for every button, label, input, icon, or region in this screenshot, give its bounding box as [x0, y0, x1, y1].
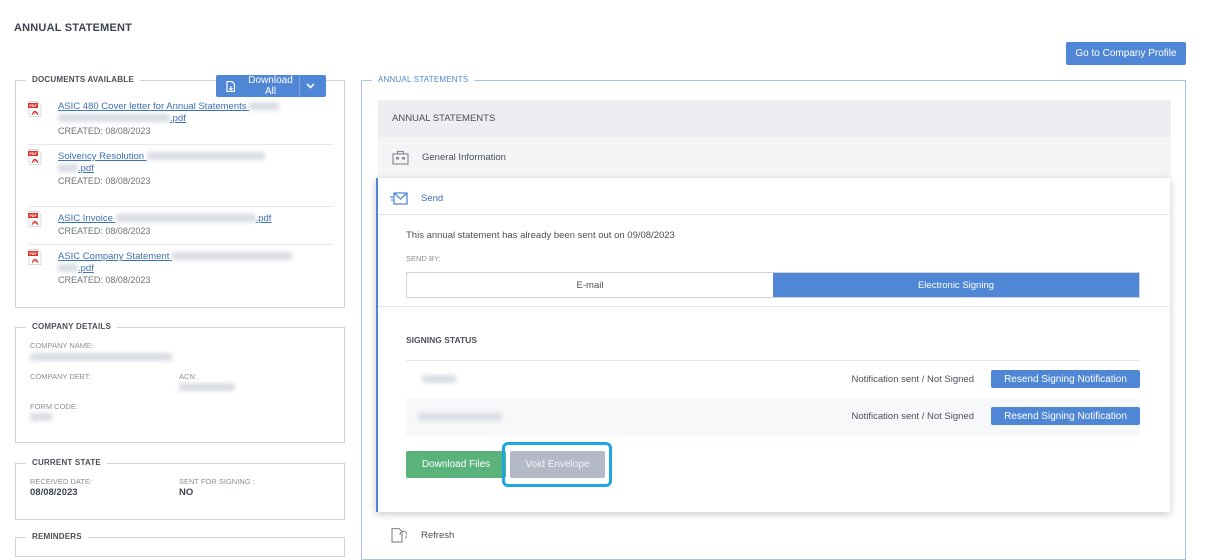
briefcase-icon: [392, 150, 409, 165]
document-created: CREATED: 08/08/2023: [58, 226, 151, 236]
sent-for-signing-label: SENT FOR SIGNING :: [179, 477, 255, 486]
send-by-label: SEND BY:: [406, 254, 441, 263]
document-created: CREATED: 08/08/2023: [58, 176, 151, 186]
refresh-row[interactable]: Refresh: [377, 520, 1170, 550]
chevron-down-icon[interactable]: [299, 75, 320, 97]
form-code-label: FORM CODE:: [30, 402, 78, 411]
signer-row: Notification sent / Not Signed Resend Si…: [406, 398, 1140, 436]
page-title: ANNUAL STATEMENT: [14, 22, 133, 34]
document-link[interactable]: ASIC 480 Cover letter for Annual Stateme…: [58, 101, 280, 125]
document-created: CREATED: 08/08/2023: [58, 126, 151, 136]
document-suffix[interactable]: .pdf: [256, 213, 272, 224]
send-envelope-icon: [390, 192, 408, 205]
go-to-company-profile-button[interactable]: Go to Company Profile: [1066, 42, 1186, 65]
svg-text:PDF: PDF: [30, 214, 38, 218]
company-name-label: COMPANY NAME:: [30, 341, 94, 350]
document-item: PDF ASIC Invoice .pdf CREATED: 08/08/202…: [28, 211, 333, 245]
received-date-value: 08/08/2023: [30, 487, 78, 498]
annual-statements-legend: ANNUAL STATEMENTS: [372, 75, 475, 84]
signer-name: [418, 413, 502, 421]
document-download-icon: [226, 80, 236, 92]
document-link[interactable]: ASIC Invoice .pdf: [58, 213, 271, 225]
send-by-email-option[interactable]: E-mail: [407, 273, 773, 297]
document-link[interactable]: Solvency Resolution .pdf: [58, 151, 265, 175]
refresh-document-icon: [391, 527, 407, 543]
document-item: PDF ASIC Company Statement .pdf CREATED:…: [28, 249, 333, 293]
document-suffix[interactable]: .pdf: [170, 113, 186, 124]
general-information-label: General Information: [422, 152, 506, 163]
resend-signing-notification-button[interactable]: Resend Signing Notification: [991, 407, 1140, 425]
document-item: PDF Solvency Resolution .pdf CREATED: 08…: [28, 149, 333, 207]
company-debt-label: COMPANY DEBT:: [30, 372, 91, 381]
svg-text:PDF: PDF: [30, 252, 38, 256]
current-state-legend: CURRENT STATE: [26, 458, 107, 467]
pdf-icon: PDF: [28, 101, 42, 117]
signer-status: Notification sent / Not Signed: [851, 374, 974, 385]
reminders-legend: REMINDERS: [26, 532, 88, 541]
form-code-value: [30, 413, 52, 421]
received-date-label: RECEIVED DATE:: [30, 477, 92, 486]
send-card: Send This annual statement has already b…: [376, 178, 1170, 512]
company-name-value: [30, 353, 172, 361]
annual-statements-header: ANNUAL STATEMENTS: [378, 100, 1171, 137]
download-all-label: Download All: [248, 75, 293, 97]
sent-for-signing-value: NO: [179, 487, 194, 498]
signer-row: Notification sent / Not Signed Resend Si…: [406, 360, 1140, 398]
signer-name: [422, 375, 456, 383]
documents-legend: DOCUMENTS AVAILABLE: [26, 75, 140, 84]
document-name[interactable]: ASIC 480 Cover letter for Annual Stateme…: [58, 101, 247, 112]
document-name[interactable]: Solvency Resolution: [58, 151, 144, 162]
document-created: CREATED: 08/08/2023: [58, 275, 151, 285]
document-link[interactable]: ASIC Company Statement .pdf: [58, 251, 293, 275]
send-label: Send: [421, 193, 444, 204]
sent-message: This annual statement has already been s…: [406, 230, 675, 241]
document-suffix[interactable]: .pdf: [78, 263, 94, 274]
resend-signing-notification-button[interactable]: Resend Signing Notification: [991, 370, 1140, 388]
documents-panel: DOCUMENTS AVAILABLE Download All PDF ASI…: [15, 75, 345, 308]
document-name[interactable]: ASIC Company Statement: [58, 251, 169, 262]
reminders-panel: REMINDERS: [15, 532, 345, 557]
company-details-panel: COMPANY DETAILS COMPANY NAME: COMPANY DE…: [15, 322, 345, 443]
download-all-button[interactable]: Download All: [216, 75, 326, 97]
current-state-panel: CURRENT STATE RECEIVED DATE: 08/08/2023 …: [15, 458, 345, 520]
signer-status: Notification sent / Not Signed: [851, 411, 974, 422]
signing-status-title: SIGNING STATUS: [406, 335, 477, 345]
pdf-icon: PDF: [28, 149, 42, 165]
document-name[interactable]: ASIC Invoice: [58, 213, 113, 224]
company-details-legend: COMPANY DETAILS: [26, 322, 118, 331]
send-by-toggle: E-mail Electronic Signing: [406, 272, 1140, 298]
pdf-icon: PDF: [28, 249, 42, 265]
download-files-button[interactable]: Download Files: [406, 451, 506, 478]
document-suffix[interactable]: .pdf: [78, 163, 94, 174]
send-tab[interactable]: Send: [390, 192, 443, 205]
pdf-icon: PDF: [28, 211, 42, 227]
general-information-row[interactable]: General Information: [378, 137, 1171, 178]
document-item: PDF ASIC 480 Cover letter for Annual Sta…: [28, 101, 333, 145]
acn-label: ACN:: [179, 372, 197, 381]
void-envelope-button[interactable]: Void Envelope: [510, 451, 605, 478]
svg-text:PDF: PDF: [30, 104, 38, 108]
svg-text:PDF: PDF: [30, 152, 38, 156]
acn-value: [179, 383, 235, 391]
send-by-electronic-signing-option[interactable]: Electronic Signing: [773, 273, 1139, 297]
